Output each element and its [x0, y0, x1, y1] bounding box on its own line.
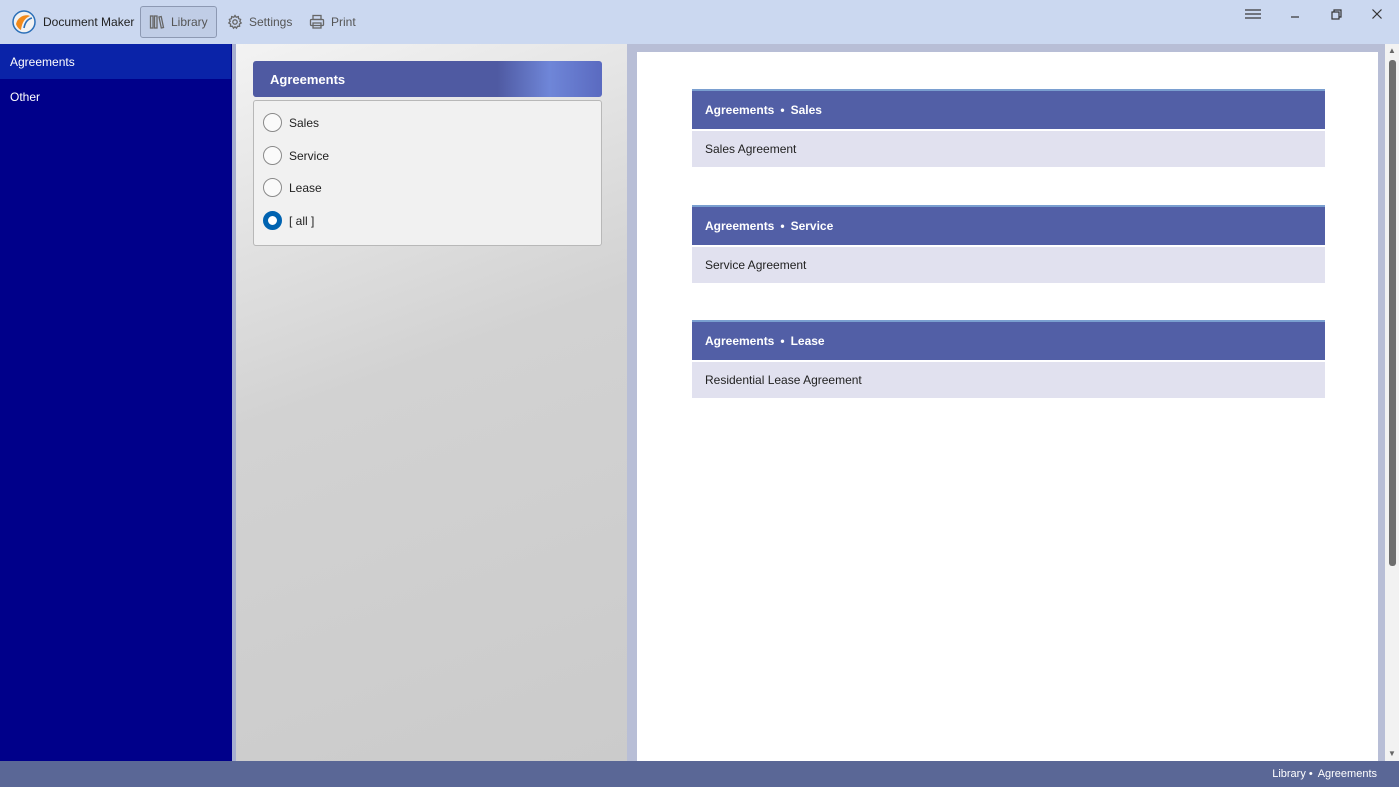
document-category: Agreements: [705, 334, 775, 348]
library-icon: [149, 15, 165, 29]
status-path-library: Library: [1272, 768, 1306, 780]
document-subcategory: Lease: [790, 334, 825, 348]
minimize-icon: [1291, 16, 1299, 18]
library-button[interactable]: Library: [140, 6, 217, 38]
menu-button[interactable]: [1235, 4, 1271, 24]
document-category: Agreements: [705, 103, 775, 117]
document-title: Sales Agreement: [705, 142, 797, 156]
status-path-agreements: Agreements: [1317, 768, 1377, 780]
filter-panel-title: Agreements: [270, 71, 346, 87]
close-button[interactable]: [1359, 4, 1395, 24]
bullet-separator: •: [780, 334, 785, 348]
restore-icon: [1331, 9, 1342, 20]
minimize-button[interactable]: [1277, 4, 1313, 24]
document-card-sales[interactable]: Agreements • Sales Sales Agreement: [692, 89, 1325, 167]
close-icon: [1372, 9, 1382, 19]
document-item-service-agreement[interactable]: Service Agreement: [692, 247, 1325, 283]
document-category: Agreements: [705, 219, 775, 233]
sidebar-item-other[interactable]: Other: [0, 79, 232, 114]
filter-panel-header: Agreements: [253, 61, 602, 97]
document-card-service[interactable]: Agreements • Service Service Agreement: [692, 205, 1325, 283]
filter-panel: Agreements Sales Service Lease [ all ]: [236, 44, 627, 761]
scroll-up-arrow-icon[interactable]: ▲: [1387, 46, 1397, 56]
radio-option-sales[interactable]: Sales: [263, 113, 319, 132]
filter-options-box: Sales Service Lease [ all ]: [253, 100, 602, 246]
document-item-residential-lease-agreement[interactable]: Residential Lease Agreement: [692, 362, 1325, 398]
document-card-header: Agreements • Sales: [692, 89, 1325, 129]
app-name: Document Maker: [43, 15, 135, 29]
gear-icon: [227, 14, 243, 30]
app-logo-icon: [12, 10, 36, 34]
radio-button-checked[interactable]: [263, 211, 282, 230]
print-button[interactable]: Print: [300, 6, 365, 38]
radio-button[interactable]: [263, 146, 282, 165]
radio-label: Sales: [289, 115, 320, 130]
radio-label: Lease: [289, 180, 322, 195]
radio-label: [ all ]: [289, 213, 315, 228]
sidebar-item-agreements[interactable]: Agreements: [0, 44, 231, 79]
radio-option-service[interactable]: Service: [263, 146, 329, 165]
bullet-separator: •: [780, 219, 785, 233]
scrollbar-thumb[interactable]: [1389, 60, 1396, 566]
document-card-header: Agreements • Service: [692, 205, 1325, 245]
radio-option-all[interactable]: [ all ]: [263, 211, 314, 230]
restore-button[interactable]: [1318, 4, 1354, 24]
printer-icon: [309, 14, 325, 29]
settings-button-label: Settings: [249, 15, 293, 29]
scroll-down-arrow-icon[interactable]: ▼: [1387, 749, 1397, 759]
menu-icon: [1245, 9, 1261, 19]
print-button-label: Print: [331, 15, 356, 29]
radio-button[interactable]: [263, 113, 282, 132]
sidebar-nav: Agreements Other: [0, 44, 236, 761]
document-title: Service Agreement: [705, 258, 807, 272]
status-bar: Library • Agreements: [0, 761, 1399, 787]
sidebar-item-label: Agreements: [10, 54, 75, 69]
status-path-separator: •: [1308, 768, 1313, 780]
radio-label: Service: [289, 148, 330, 163]
document-card-lease[interactable]: Agreements • Lease Residential Lease Agr…: [692, 320, 1325, 398]
title-bar: Document Maker Library Settings Print: [0, 0, 1399, 44]
document-subcategory: Service: [790, 219, 834, 233]
radio-option-lease[interactable]: Lease: [263, 178, 322, 197]
document-subcategory: Sales: [790, 103, 822, 117]
radio-button[interactable]: [263, 178, 282, 197]
document-title: Residential Lease Agreement: [705, 373, 862, 387]
settings-button[interactable]: Settings: [218, 6, 301, 38]
document-item-sales-agreement[interactable]: Sales Agreement: [692, 131, 1325, 167]
document-card-header: Agreements • Lease: [692, 320, 1325, 360]
library-button-label: Library: [171, 15, 208, 29]
sidebar-item-label: Other: [10, 89, 41, 104]
bullet-separator: •: [780, 103, 785, 117]
